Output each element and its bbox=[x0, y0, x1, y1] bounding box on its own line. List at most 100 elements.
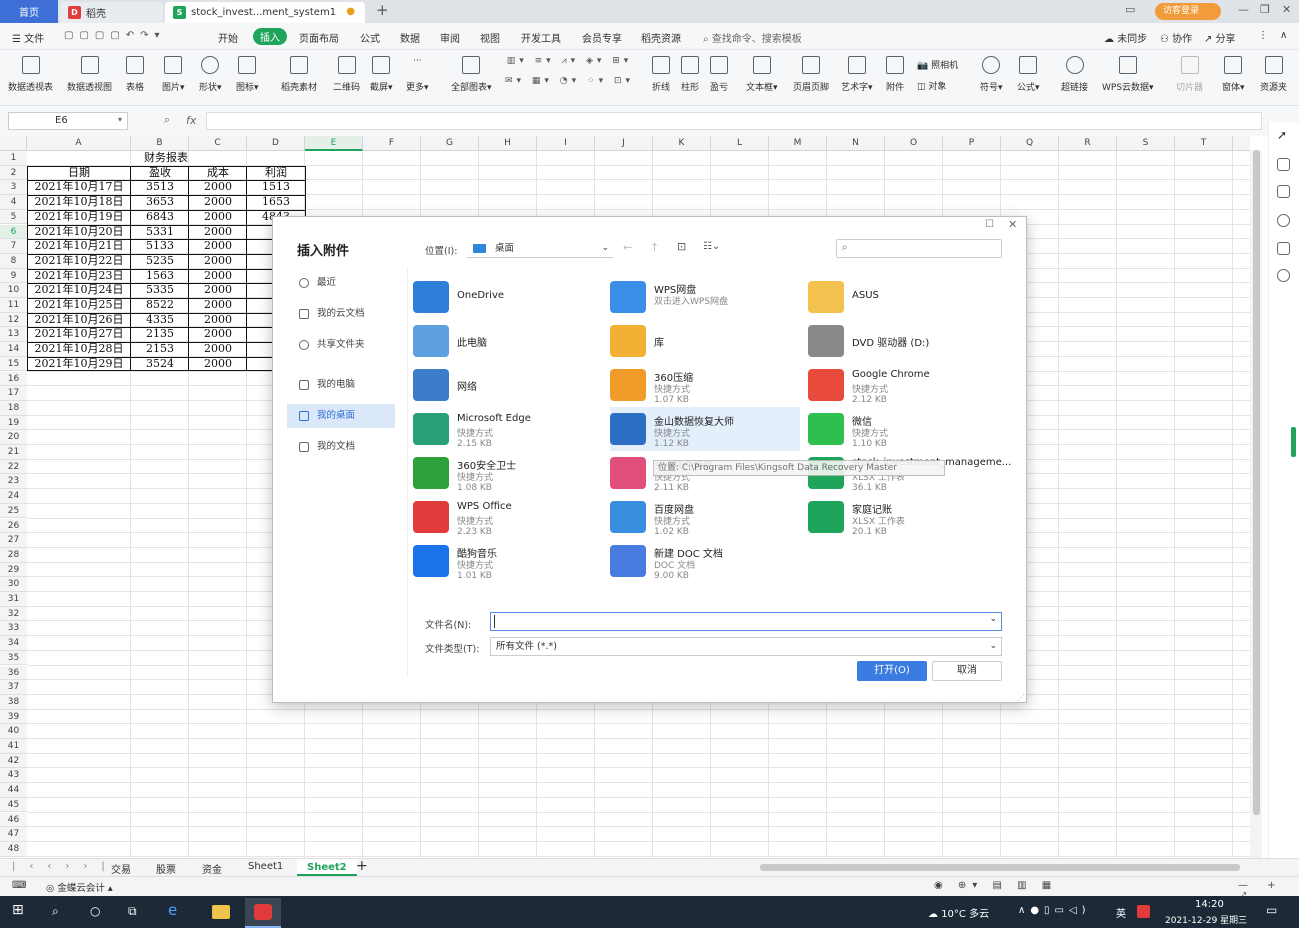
menu-start[interactable]: 开始 bbox=[218, 30, 238, 45]
namebox-dropdown-icon[interactable]: ▾ bbox=[118, 115, 122, 124]
row-header[interactable]: 33 bbox=[0, 621, 27, 637]
resource-folder-button[interactable]: 资源夹 bbox=[1260, 56, 1287, 93]
value-cell[interactable]: 2135 bbox=[131, 327, 189, 341]
row-header[interactable]: 1 bbox=[0, 151, 27, 166]
menu-daoke-resources[interactable]: 稻壳资源 bbox=[641, 30, 681, 45]
date-cell[interactable]: 2021年10月29日 bbox=[27, 357, 131, 371]
row-header[interactable]: 12 bbox=[0, 312, 27, 328]
value-cell[interactable]: 2000 bbox=[189, 283, 247, 297]
sheet-tab-sheet2[interactable]: Sheet2 bbox=[297, 859, 357, 876]
symbol-button[interactable]: 符号▾ bbox=[980, 56, 1003, 93]
fx-icon[interactable]: fx bbox=[186, 114, 196, 127]
row-header[interactable]: 42 bbox=[0, 753, 27, 769]
value-cell[interactable]: 2000 bbox=[189, 298, 247, 312]
date-cell[interactable]: 2021年10月18日 bbox=[27, 195, 131, 209]
table-button[interactable]: 表格 bbox=[126, 56, 144, 93]
file-item[interactable]: 网络 bbox=[413, 363, 603, 407]
textbox-button[interactable]: 文本框▾ bbox=[746, 56, 778, 93]
row-header[interactable]: 14 bbox=[0, 342, 27, 357]
daoke-tab[interactable]: D 稻壳 bbox=[60, 2, 163, 23]
row-header[interactable]: 29 bbox=[0, 562, 27, 578]
more-menu-icon[interactable]: ⋮ bbox=[1258, 30, 1268, 41]
date-cell[interactable]: 2021年10月28日 bbox=[27, 342, 131, 356]
sync-status[interactable]: ☁ 未同步 bbox=[1104, 30, 1147, 45]
date-cell[interactable]: 2021年10月25日 bbox=[27, 298, 131, 312]
close-window-icon[interactable]: ✕ bbox=[1282, 3, 1291, 16]
column-header-b[interactable]: B bbox=[131, 136, 189, 151]
value-cell[interactable]: 4335 bbox=[131, 313, 189, 327]
file-item[interactable]: 家庭记账 XLSX 工作表 20.1 KB bbox=[808, 495, 998, 539]
open-button[interactable]: 打开(O) bbox=[857, 661, 927, 681]
menu-review[interactable]: 审阅 bbox=[440, 30, 460, 45]
column-header-t[interactable]: T bbox=[1175, 136, 1233, 151]
file-item[interactable]: 此电脑 bbox=[413, 319, 603, 363]
row-header[interactable]: 3 bbox=[0, 180, 27, 196]
menu-page-layout[interactable]: 页面布局 bbox=[299, 30, 339, 45]
menu-formula[interactable]: 公式 bbox=[360, 30, 380, 45]
view-mode-icons[interactable]: ◉ ⊕▾ ▤ ▥ ▦ bbox=[934, 880, 1057, 891]
kingdee-account[interactable]: ◎ 金蝶云会计 ▴ bbox=[46, 880, 113, 894]
row-header[interactable]: 24 bbox=[0, 489, 27, 504]
filename-dropdown-icon[interactable]: ⌄ bbox=[989, 614, 997, 624]
file-explorer-taskbar-icon[interactable] bbox=[212, 905, 230, 919]
menu-insert[interactable]: 插入 bbox=[253, 28, 287, 45]
macro-icon[interactable]: ⌨ bbox=[12, 880, 26, 891]
sparkline-column-button[interactable]: 柱形 bbox=[681, 56, 699, 93]
picture-button[interactable]: 图片▾ bbox=[162, 56, 185, 93]
file-item[interactable]: OneDrive bbox=[413, 275, 603, 319]
file-item[interactable]: 金山数据恢复大师 快捷方式 1.12 KB bbox=[610, 407, 800, 451]
column-header-q[interactable]: Q bbox=[1001, 136, 1059, 151]
side-collapse-handle[interactable] bbox=[1291, 427, 1296, 457]
ime-indicator[interactable]: 英 bbox=[1116, 905, 1126, 920]
system-tray-icons[interactable]: ∧●▯▭◁) bbox=[1018, 905, 1091, 916]
row-header[interactable]: 30 bbox=[0, 577, 27, 592]
location-icon[interactable] bbox=[1277, 269, 1290, 282]
column-header-r[interactable]: R bbox=[1059, 136, 1117, 151]
menu-developer[interactable]: 开发工具 bbox=[521, 30, 561, 45]
chart-type-icons[interactable]: ▥▾ ≡▾ ⩘▾ ◈▾ ⊞▾ ✉▾ ▦▾ ◔▾ ⁘▾ ⊡▾ bbox=[505, 56, 634, 86]
menu-view[interactable]: 视图 bbox=[480, 30, 500, 45]
row-header[interactable]: 16 bbox=[0, 371, 27, 387]
row-header[interactable]: 31 bbox=[0, 592, 27, 607]
row-header[interactable]: 18 bbox=[0, 400, 27, 416]
object-button[interactable]: ◫ 对象 bbox=[917, 79, 946, 92]
command-search[interactable]: ⌕ 查找命令、搜索模板 bbox=[703, 30, 802, 45]
windows-start-icon[interactable]: ⊞ bbox=[12, 902, 24, 918]
sheet-nav-arrows[interactable]: |‹‹››| bbox=[12, 861, 119, 872]
menu-data[interactable]: 数据 bbox=[400, 30, 420, 45]
slicer-button[interactable]: 切片器 bbox=[1176, 56, 1203, 93]
date-cell[interactable]: 2021年10月27日 bbox=[27, 327, 131, 341]
new-tab-plus-icon[interactable]: + bbox=[376, 1, 389, 19]
attachment-button[interactable]: 附件 bbox=[886, 56, 904, 93]
value-cell[interactable]: 2153 bbox=[131, 342, 189, 356]
nav-my-desktop[interactable]: 我的桌面 bbox=[287, 404, 395, 428]
column-header-d[interactable]: D bbox=[247, 136, 305, 151]
file-item[interactable]: 库 bbox=[610, 319, 800, 363]
row-header[interactable]: 26 bbox=[0, 518, 27, 534]
menu-file[interactable]: ☰ 文件 bbox=[12, 30, 44, 45]
column-header-s[interactable]: S bbox=[1117, 136, 1175, 151]
row-header[interactable]: 22 bbox=[0, 459, 27, 475]
value-cell[interactable]: 2000 bbox=[189, 357, 247, 371]
header-cell[interactable]: 盈收 bbox=[131, 166, 189, 180]
row-header[interactable]: 32 bbox=[0, 606, 27, 622]
row-header[interactable]: 45 bbox=[0, 797, 27, 813]
column-header-j[interactable]: J bbox=[595, 136, 653, 151]
column-header-c[interactable]: C bbox=[189, 136, 247, 151]
value-cell[interactable]: 2000 bbox=[189, 254, 247, 268]
formula-input[interactable] bbox=[206, 112, 1262, 130]
menu-member[interactable]: 会员专享 bbox=[582, 30, 622, 45]
sheet-tab-sheet1[interactable]: Sheet1 bbox=[248, 861, 283, 872]
header-cell[interactable]: 利润 bbox=[247, 166, 305, 180]
restore-icon[interactable]: ❐ bbox=[1260, 3, 1270, 16]
qrcode-button[interactable]: 二维码 bbox=[333, 56, 360, 93]
row-header[interactable]: 48 bbox=[0, 841, 27, 857]
pivot-table-button[interactable]: 数据透视表 bbox=[8, 56, 53, 93]
row-header[interactable]: 8 bbox=[0, 253, 27, 269]
file-item[interactable]: 酷狗音乐 快捷方式 1.01 KB bbox=[413, 539, 603, 583]
screenshot-button[interactable]: 截屏▾ bbox=[370, 56, 393, 93]
row-header[interactable]: 47 bbox=[0, 827, 27, 842]
column-header-m[interactable]: M bbox=[769, 136, 827, 151]
quick-access-icons[interactable]: ▢▢▢▢↶↷▾ bbox=[64, 30, 166, 41]
file-item[interactable]: WPS Office 快捷方式 2.23 KB bbox=[413, 495, 603, 539]
